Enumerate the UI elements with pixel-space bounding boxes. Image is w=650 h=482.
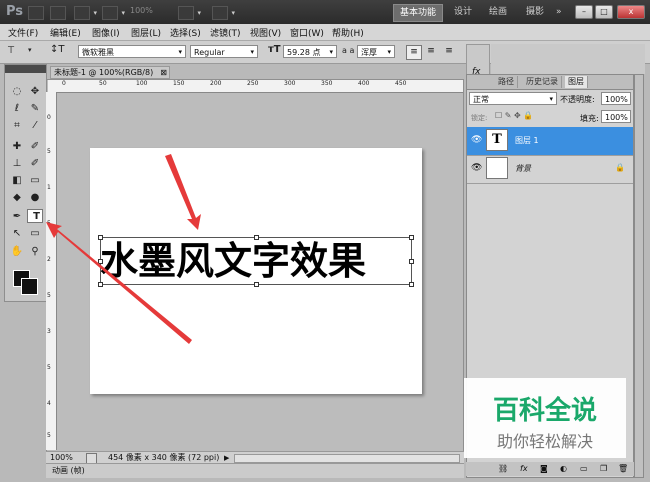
eye-icon[interactable]: 👁 xyxy=(471,163,482,173)
arrow-down-to-text xyxy=(165,154,201,230)
panel-tabs: 路径 历史记录 图层 xyxy=(467,75,633,90)
lock-label: 锁定: xyxy=(471,114,488,122)
layers-footer: ⛓ fx ◙ ◐ ▭ ❐ 🗑 xyxy=(466,462,634,476)
opacity-value: 100% xyxy=(605,95,628,104)
chevron-down-icon: ▾ xyxy=(549,95,553,103)
new-group-icon[interactable]: ▭ xyxy=(580,462,588,476)
layer-row-background[interactable]: 👁 背景 🔒 xyxy=(467,155,633,184)
tab-layers[interactable]: 图层 xyxy=(565,76,588,88)
layer-name: 背景 xyxy=(515,164,531,173)
layer-row-text[interactable]: 👁 T 图层 1 xyxy=(467,127,633,156)
tab-history[interactable]: 历史记录 xyxy=(523,76,562,88)
watermark-subtitle: 助你轻松解决 xyxy=(496,432,593,451)
layers-scrollbar[interactable] xyxy=(634,74,644,478)
lock-icon: 🔒 xyxy=(615,163,625,172)
watermark-title: 百科全说 xyxy=(492,396,597,426)
layer-name: 图层 1 xyxy=(515,136,539,145)
animation-panel-label: 动画 (帧) xyxy=(52,466,85,475)
new-layer-icon[interactable]: ❐ xyxy=(600,462,607,476)
delete-layer-icon[interactable]: 🗑 xyxy=(618,462,628,476)
add-mask-icon[interactable]: ◙ xyxy=(540,462,548,476)
layer-thumbnail: T xyxy=(486,129,508,151)
horizontal-scrollbar[interactable] xyxy=(234,454,460,463)
blend-mode-select[interactable]: 正常 ▾ xyxy=(469,92,557,105)
blend-mode-value: 正常 xyxy=(473,95,489,104)
eye-icon[interactable]: 👁 xyxy=(471,135,482,145)
adjustment-layer-icon[interactable]: ◐ xyxy=(560,462,567,476)
arrow-to-type-tool xyxy=(46,222,192,344)
link-layers-icon[interactable]: ⛓ xyxy=(498,462,508,476)
opacity-input[interactable]: 100% xyxy=(601,92,631,105)
panel-dock-top xyxy=(491,44,645,74)
lock-icons[interactable]: ☐ ✎ ✥ 🔒 xyxy=(495,111,533,120)
fill-label: 填充: xyxy=(580,114,599,123)
opacity-label: 不透明度: xyxy=(560,95,595,104)
animation-panel-tab[interactable]: 动画 (帧) xyxy=(46,463,464,478)
fill-value: 100% xyxy=(605,113,628,122)
fx-icon[interactable]: fx xyxy=(520,462,528,476)
fill-input[interactable]: 100% xyxy=(601,110,631,123)
layer-thumbnail xyxy=(486,157,508,179)
tab-paths[interactable]: 路径 xyxy=(495,76,518,88)
